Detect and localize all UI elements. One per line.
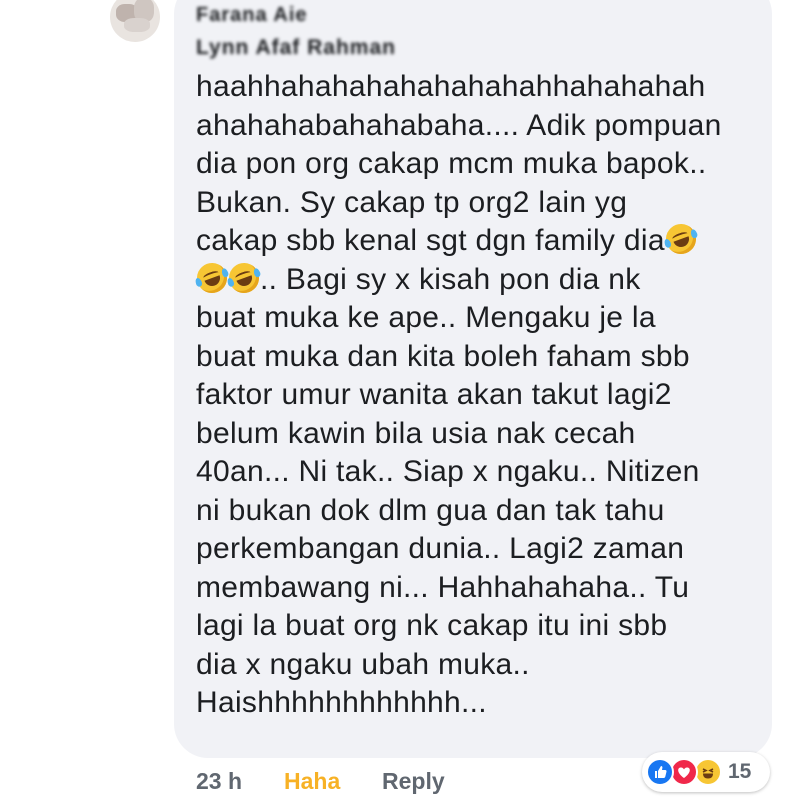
- haha-reaction-button[interactable]: Haha: [284, 768, 340, 795]
- comment-line: haahhahahahahahahahahhahahahah: [196, 68, 756, 107]
- comment-line: dia x ngaku ubah muka..: [196, 646, 756, 685]
- comment-line-text: belum kawin bila usia nak cecah: [196, 416, 636, 450]
- comment-line-text: 40an... Ni tak.. Siap x ngaku.. Nitizen: [196, 455, 700, 488]
- comment-line: Haishhhhhhhhhhhh...: [196, 684, 756, 723]
- comment-line: membawang ni... Hahhahahaha.. Tu: [196, 569, 756, 608]
- reaction-count: 15: [728, 760, 752, 783]
- comment-line-text: dia pon org cakap mcm muka bapok..: [196, 147, 707, 180]
- comment-thread: Farana Aie Lynn Afaf Rahman haahhahahaha…: [0, 0, 800, 800]
- comment-line: faktor umur wanita akan takut lagi2: [196, 376, 756, 415]
- reactions-summary[interactable]: 15: [642, 752, 770, 792]
- comment-line: ni bukan dok dlm gua dan tak tahu: [196, 492, 756, 531]
- haha-icon: [694, 758, 722, 786]
- comment-line-text: membawang ni... Hahhahahaha.. Tu: [196, 570, 690, 604]
- comment-line: 40an... Ni tak.. Siap x ngaku.. Nitizen: [196, 453, 756, 492]
- laughing-tears-emoji-icon: [224, 258, 264, 297]
- comment-line-text: perkembangan dunia.. Lagi2 zaman: [196, 532, 685, 565]
- comment-line-text: buat muka ke ape.. Mengaku je la: [196, 301, 656, 334]
- comment-line: dia pon org cakap mcm muka bapok..: [196, 145, 756, 184]
- commenter-name[interactable]: Farana Aie: [196, 4, 308, 27]
- comment-line-text: buat muka dan kita boleh faham sbb: [196, 339, 690, 373]
- comment-line: lagi la buat org nk cakap itu ini sbb: [196, 607, 756, 646]
- comment-text: haahhahahahahahahahahhahahahah ahahahabah…: [192, 68, 756, 723]
- mentioned-user[interactable]: Lynn Afaf Rahman: [196, 36, 396, 60]
- laughing-tears-emoji-icon: [192, 258, 232, 297]
- comment-line-text: ni bukan dok dlm gua dan tak tahu: [196, 493, 665, 527]
- comment-line-text: cakap sbb kenal sgt dgn family dia: [196, 224, 665, 257]
- comment-line: ahahahabahahabaha.... Adik pompuan: [196, 107, 756, 146]
- comment-line-text: ahahahabahahabaha.... Adik pompuan: [196, 108, 722, 142]
- comment-line: .. Bagi sy x kisah pon dia nk: [192, 258, 756, 300]
- comment-line-text: Bukan. Sy cakap tp org2 lain yg: [196, 185, 628, 219]
- avatar[interactable]: [110, 0, 160, 42]
- comment-line-text: dia x ngaku ubah muka..: [196, 647, 530, 681]
- comment-line-text: lagi la buat org nk cakap itu ini sbb: [196, 609, 668, 642]
- reply-button[interactable]: Reply: [382, 768, 445, 795]
- love-icon: [670, 758, 698, 786]
- comment-line: cakap sbb kenal sgt dgn family dia: [196, 219, 756, 261]
- timestamp-link[interactable]: 23 h: [196, 768, 242, 795]
- laughing-tears-emoji-icon: [661, 219, 701, 259]
- comment-line-text: haahhahahahahahahahahhahahahah: [196, 70, 706, 103]
- comment-line: buat muka dan kita boleh faham sbb: [196, 338, 756, 377]
- comment-line: belum kawin bila usia nak cecah: [196, 415, 756, 454]
- comment-line-text: .. Bagi sy x kisah pon dia nk: [260, 262, 641, 296]
- comment-line-text: faktor umur wanita akan takut lagi2: [196, 378, 672, 411]
- comment-line-text: Haishhhhhhhhhhhh...: [196, 686, 487, 719]
- comment-line: buat muka ke ape.. Mengaku je la: [196, 299, 756, 338]
- like-icon: [646, 758, 674, 786]
- comment-line: perkembangan dunia.. Lagi2 zaman: [196, 530, 756, 569]
- comment-line: Bukan. Sy cakap tp org2 lain yg: [196, 184, 756, 223]
